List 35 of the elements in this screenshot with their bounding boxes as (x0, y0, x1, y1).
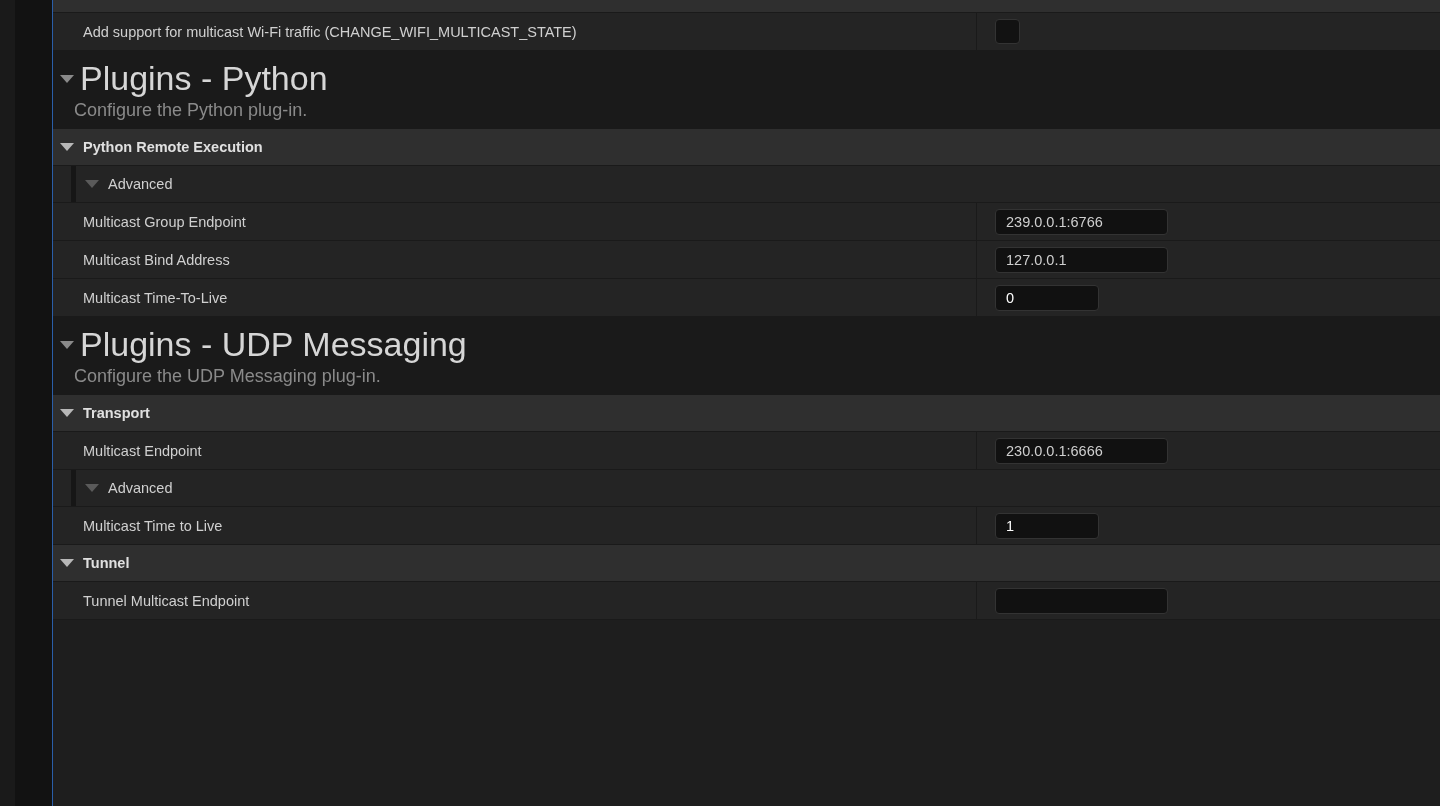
section-description: Configure the UDP Messaging plug-in. (73, 366, 382, 387)
category-header[interactable]: Transport (53, 395, 1440, 432)
input-field[interactable]: 1 (995, 512, 1099, 539)
section-header[interactable]: Plugins - Python Configure the Python plug-in. (53, 51, 1440, 129)
collapse-triangle-icon[interactable] (59, 339, 75, 350)
subcategory-label: Advanced (108, 176, 173, 192)
checkbox[interactable] (995, 19, 1020, 44)
property-label: Add support for multicast Wi-Fi traffic (CHANGE_WIFI_MULTICAST_STATE) (83, 23, 577, 40)
property-label: Multicast Bind Address (83, 251, 230, 268)
collapse-triangle-icon[interactable] (59, 73, 75, 84)
input-field[interactable]: 230.0.0.1:6666 (995, 437, 1168, 464)
section-description: Configure the Python plug-in. (73, 100, 309, 121)
section-title: Plugins - UDP Messaging (80, 325, 467, 364)
collapse-triangle-icon[interactable] (59, 558, 75, 568)
input-field[interactable] (995, 587, 1168, 614)
category-header[interactable]: Tunnel (53, 545, 1440, 582)
subcategory-header[interactable]: Advanced (53, 470, 1440, 507)
property-label: Multicast Group Endpoint (83, 213, 246, 230)
property-label: Multicast Time-To-Live (83, 289, 228, 306)
section-header[interactable]: Plugins - UDP Messaging Configure the UDP Messaging plug-in. (53, 317, 1440, 395)
subcategory-label: Advanced (108, 480, 173, 496)
input-field[interactable]: 239.0.0.1:6766 (995, 208, 1168, 235)
property-label: Multicast Time to Live (83, 517, 223, 534)
category-label: Transport (83, 405, 150, 421)
property-label: Multicast Endpoint (83, 442, 202, 459)
input-field[interactable]: 0 (995, 284, 1099, 311)
input-field[interactable]: 127.0.0.1 (995, 246, 1168, 273)
collapse-triangle-icon[interactable] (59, 142, 75, 152)
property-label: Tunnel Multicast Endpoint (83, 592, 250, 609)
category-header[interactable]: Python Remote Execution (53, 129, 1440, 166)
subcategory-header[interactable]: Advanced (53, 166, 1440, 203)
category-label: Tunnel (83, 555, 130, 571)
category-label: Python Remote Execution (83, 139, 263, 155)
section-title: Plugins - Python (80, 59, 328, 98)
collapse-triangle-icon[interactable] (59, 408, 75, 418)
